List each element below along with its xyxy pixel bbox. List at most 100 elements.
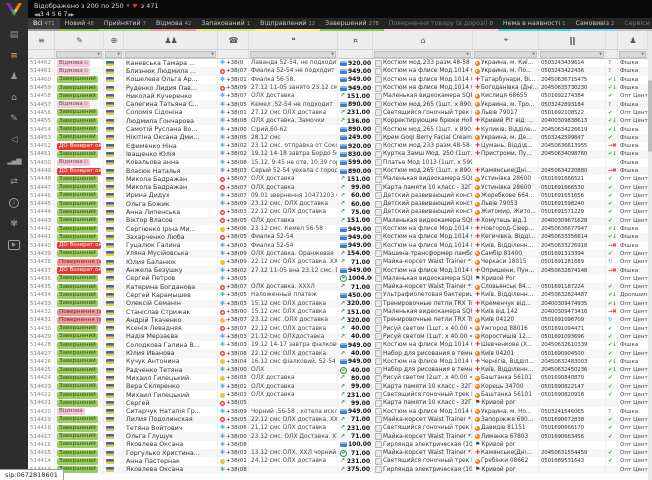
status-badge[interactable]: Завершений — [57, 93, 98, 100]
status-badge[interactable]: Завершений — [57, 383, 98, 390]
sidebar-item-theme[interactable]: ✾ — [0, 213, 28, 234]
table-row[interactable]: 514443ЗавершенийВіктор Власов+38(05ОЛХ д… — [28, 217, 652, 225]
status-badge[interactable]: Відмова⊙ — [57, 60, 90, 67]
table-row[interactable]: 514419ЗавершенийЛилия Подолинская+38(052… — [28, 416, 652, 424]
sidebar-item-warehouse[interactable]: ⌂ — [0, 87, 28, 108]
sidebar-item-video[interactable]: ▶ — [0, 234, 28, 255]
status-badge[interactable]: Завершений — [57, 226, 98, 233]
table-row[interactable]: 514460ЗавершенийКошелева Ольга Ар...✻+38… — [28, 76, 652, 84]
table-row[interactable]: 514448ЗавершенийМикола Бадражан+38(07ОЛХ… — [28, 175, 652, 183]
tab-Нема в наявності[interactable]: Нема в наявності1 — [498, 18, 571, 31]
table-row[interactable]: 514451ЗавершенийІващенко Юлія✻+38(0219.1… — [28, 150, 652, 158]
vertical-scrollbar[interactable] — [648, 31, 652, 480]
tab-Запакований[interactable]: Запакований1 — [196, 18, 255, 31]
status-badge[interactable]: Завершений — [57, 85, 98, 92]
table-row[interactable]: 514432Повернення (з..Станіслав Стрижак+3… — [28, 308, 652, 316]
tab-Відмова[interactable]: Відмова42 — [151, 18, 196, 31]
table-row[interactable]: 514438Повернення (з..Юлия Баланюк+38(092… — [28, 258, 652, 266]
table-row[interactable]: 514453ЗавершенийНікітіна Оксана Дми...✻+… — [28, 134, 652, 142]
country-filter-dropdown[interactable]: ▼ — [105, 51, 122, 58]
ttn-status-column-header[interactable] — [606, 31, 618, 49]
status-badge[interactable]: Завершений — [57, 400, 98, 407]
status-filter-dropdown[interactable]: ▼ — [56, 51, 102, 58]
status-badge[interactable]: Завершений — [57, 109, 98, 116]
sidebar-item-orders[interactable]: ≡ — [0, 45, 28, 66]
status-badge[interactable]: Завершений — [57, 367, 98, 374]
table-row[interactable]: 514462Відмова⊙Каневська Тамара ...✻+38(0… — [28, 59, 652, 67]
sidebar-item-announcements[interactable]: ◁ — [0, 129, 28, 150]
status-badge[interactable]: Завершений — [57, 350, 98, 357]
status-badge[interactable]: Завершений — [57, 325, 98, 332]
table-row[interactable]: 514459ЗавершенийРуденко Лидия Пав...+38(… — [28, 84, 652, 92]
tab-Сервіси[interactable]: Сервіси0 — [619, 18, 652, 31]
tab-Прийнятий[interactable]: Прийнятий7 — [99, 18, 151, 31]
comment-filter-dropdown[interactable]: ▼ — [250, 51, 336, 58]
status-badge[interactable]: ДО Возврат ок.. — [57, 143, 101, 150]
table-row[interactable]: 514441ЗавершенийЗахарченко Люба+38(05Фиа… — [28, 233, 652, 241]
table-row[interactable]: 514439ЗавершенийУляна Мусійовська✻+38(09… — [28, 250, 652, 258]
status-badge[interactable]: Завершений — [57, 176, 98, 183]
page-button-6[interactable]: 6 — [57, 11, 63, 18]
phone-column-header[interactable]: ☎ — [218, 31, 249, 49]
table-row[interactable]: 514426ЗавершенийКучук Антонина+38(0416.1… — [28, 358, 652, 366]
sidebar-item-clients[interactable]: ♟ — [0, 66, 28, 87]
table-row[interactable]: 514433ЗавершенийОлексій Семанін✻+38(0315… — [28, 300, 652, 308]
scrollbar-thumb[interactable] — [648, 80, 652, 152]
status-badge[interactable]: Завершений — [57, 76, 98, 83]
status-badge[interactable]: ДО Возврат ок.. — [57, 242, 101, 249]
tab-Відправлений[interactable]: Відправлений12 — [255, 18, 320, 31]
status-column-header[interactable]: ✎ — [55, 31, 104, 49]
ttn-column-header[interactable]: ‖‖ — [539, 31, 606, 49]
product-filter-dropdown[interactable]: ▼ — [374, 51, 471, 58]
sidebar-item-edit-tags[interactable]: ✎ — [0, 108, 28, 129]
client-filter-dropdown[interactable]: ▼ — [125, 51, 216, 58]
status-badge[interactable]: Завершений — [57, 284, 98, 291]
status-badge[interactable]: Завершений — [57, 217, 98, 224]
status-badge[interactable]: Завершений — [57, 234, 98, 241]
table-row[interactable]: 514427ЗавершенийЮлия Иванова+38(0822.12 … — [28, 349, 652, 357]
ttn-filter-dropdown[interactable]: ▼ — [540, 51, 604, 58]
table-row[interactable]: 514456ЗавершенийСоломія Сідоніна✻+38(012… — [28, 109, 652, 117]
table-row[interactable]: 514431Повернення (з..Андрій Ткаченко+38(… — [28, 316, 652, 324]
price-column-header[interactable]: ¤ — [338, 31, 373, 49]
page-button-4[interactable]: 4 — [45, 11, 51, 18]
table-row[interactable]: 514415ЗавершенийГоргулько Христина...✻+3… — [28, 449, 652, 457]
table-row[interactable]: 514446ЗавершенийИрина Дидух✻+38(0709.01 … — [28, 192, 652, 200]
status-badge[interactable]: Завершений — [57, 275, 98, 282]
table-row[interactable]: 514445ЗавершенийОльга Божик✻+38(0923.12 … — [28, 200, 652, 208]
status-badge[interactable]: Завершений — [57, 441, 98, 448]
table-row[interactable]: 514435ЗавершенийКатерина Богданова+38(07… — [28, 283, 652, 291]
status-badge[interactable]: Завершений — [57, 358, 98, 365]
table-row[interactable]: 514444ЗавершенийАнна Липенська+38(0322.1… — [28, 208, 652, 216]
table-row[interactable]: 514425ЗавершенийРадченко Тетяна✻+38(00ОЛ… — [28, 366, 652, 374]
table-row[interactable]: 514455ЗавершенийЛюдмила Гончарова✻+38(08… — [28, 117, 652, 125]
status-badge[interactable]: Відмова⊙ — [57, 68, 90, 75]
page-button-5[interactable]: 5 — [51, 11, 57, 18]
status-badge[interactable]: Завершений — [57, 375, 98, 382]
table-row[interactable]: 514437ДО Возврат ок..Анжела Безушку✻+38(… — [28, 266, 652, 274]
sidebar-item-dashboard[interactable]: ▤ — [0, 24, 28, 45]
address-filter-dropdown[interactable]: ▼ — [474, 51, 537, 58]
id-column-header[interactable]: ≡ — [28, 31, 55, 49]
table-row[interactable]: 514454ЗавершенийСамотій Руслана Во...✻+3… — [28, 125, 652, 133]
product-column-header[interactable]: ⌂ — [373, 31, 473, 49]
status-badge[interactable]: Завершений — [57, 292, 98, 299]
status-badge[interactable]: Завершений — [57, 151, 98, 158]
tab-Новий[interactable]: Новий48 — [60, 18, 99, 31]
status-badge[interactable]: Завершений — [57, 209, 98, 216]
status-badge[interactable]: Завершений — [57, 342, 98, 349]
table-row[interactable]: 514450Відмова⊙Ковальова анна✻+38(0815.12… — [28, 159, 652, 167]
table-row[interactable]: 514429ЗавершенийНадія Мерзаєва✻+38(0321.… — [28, 333, 652, 341]
status-badge[interactable]: Завершений — [57, 433, 98, 440]
status-badge[interactable]: Повернення (з.. — [57, 317, 101, 324]
table-row[interactable]: 514458ЗавершенийНиколай Кучеренко✻+38(07… — [28, 92, 652, 100]
table-row[interactable]: 514440ДО Возврат ок..Гуцалюк Галина✻+38(… — [28, 242, 652, 250]
table-row[interactable]: 514414ЗавершенийАнна Пастернак+38(0124.1… — [28, 457, 652, 465]
status-badge[interactable]: Завершений — [57, 333, 98, 340]
country-column-header[interactable]: ⊕ — [104, 31, 124, 49]
page-button-3[interactable]: 3 — [39, 11, 45, 18]
address-column-header[interactable]: ⌖ — [473, 31, 539, 49]
status-badge[interactable]: Завершений — [57, 416, 98, 423]
site-column-header[interactable]: ♟ — [618, 31, 648, 49]
table-row[interactable]: 514428ЗавершенийСолодкова Галина В...✻+3… — [28, 341, 652, 349]
